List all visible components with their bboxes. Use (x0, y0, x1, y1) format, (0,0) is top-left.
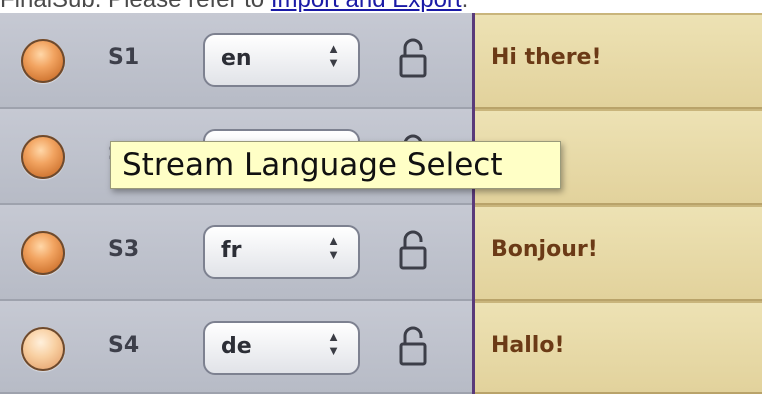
import-export-link[interactable]: Import and Export (271, 0, 462, 13)
language-value: fr (221, 238, 242, 263)
help-text: FinalSub. Please refer to Import and Exp… (0, 0, 468, 13)
language-value: en (221, 46, 252, 71)
stepper-arrows-icon: ▲▼ (327, 329, 340, 358)
help-text-suffix: . (462, 0, 469, 13)
stream-row-s1: S1 en ▲ ▼ Hi there! (0, 13, 762, 109)
stepper-arrows-icon: ▲▼ (327, 233, 340, 262)
stream-panel: S1 en ▲▼ Hi there! S2 ▲▼ (0, 13, 762, 394)
lock-icon[interactable] (398, 324, 428, 370)
lock-icon[interactable] (398, 228, 428, 274)
help-text-prefix: FinalSub. Please refer to (0, 0, 271, 13)
stream-language-select[interactable]: de ▲ ▼ (203, 321, 360, 375)
stream-id: S4 (108, 333, 140, 358)
stream-row-s4: S4 de ▲ ▼ Hallo! (0, 301, 762, 394)
led-indicator-icon[interactable] (21, 39, 65, 83)
led-indicator-icon[interactable] (21, 231, 65, 275)
stepper-arrows-icon: ▲▼ (327, 41, 340, 70)
language-select-tooltip: Stream Language Select (110, 141, 561, 189)
subtitle-text: Hallo! (491, 333, 565, 358)
stream-language-select[interactable]: en ▲ ▼ (203, 33, 360, 87)
led-indicator-icon[interactable] (21, 135, 65, 179)
lock-icon[interactable] (398, 36, 428, 82)
led-indicator-icon[interactable] (21, 327, 65, 371)
subtitle-text: Hi there! (491, 45, 602, 70)
subtitle-cell[interactable]: Hallo! (475, 301, 762, 394)
stream-language-select[interactable]: fr ▲ ▼ (203, 225, 360, 279)
subtitle-text: Bonjour! (491, 237, 598, 262)
subtitle-cell[interactable]: Bonjour! (475, 205, 762, 301)
language-value: de (221, 334, 252, 359)
stream-id: S1 (108, 45, 140, 70)
stream-id: S3 (108, 237, 140, 262)
subtitle-cell[interactable]: Hi there! (475, 13, 762, 109)
stream-row-s3: S3 fr ▲ ▼ Bonjour! (0, 205, 762, 301)
